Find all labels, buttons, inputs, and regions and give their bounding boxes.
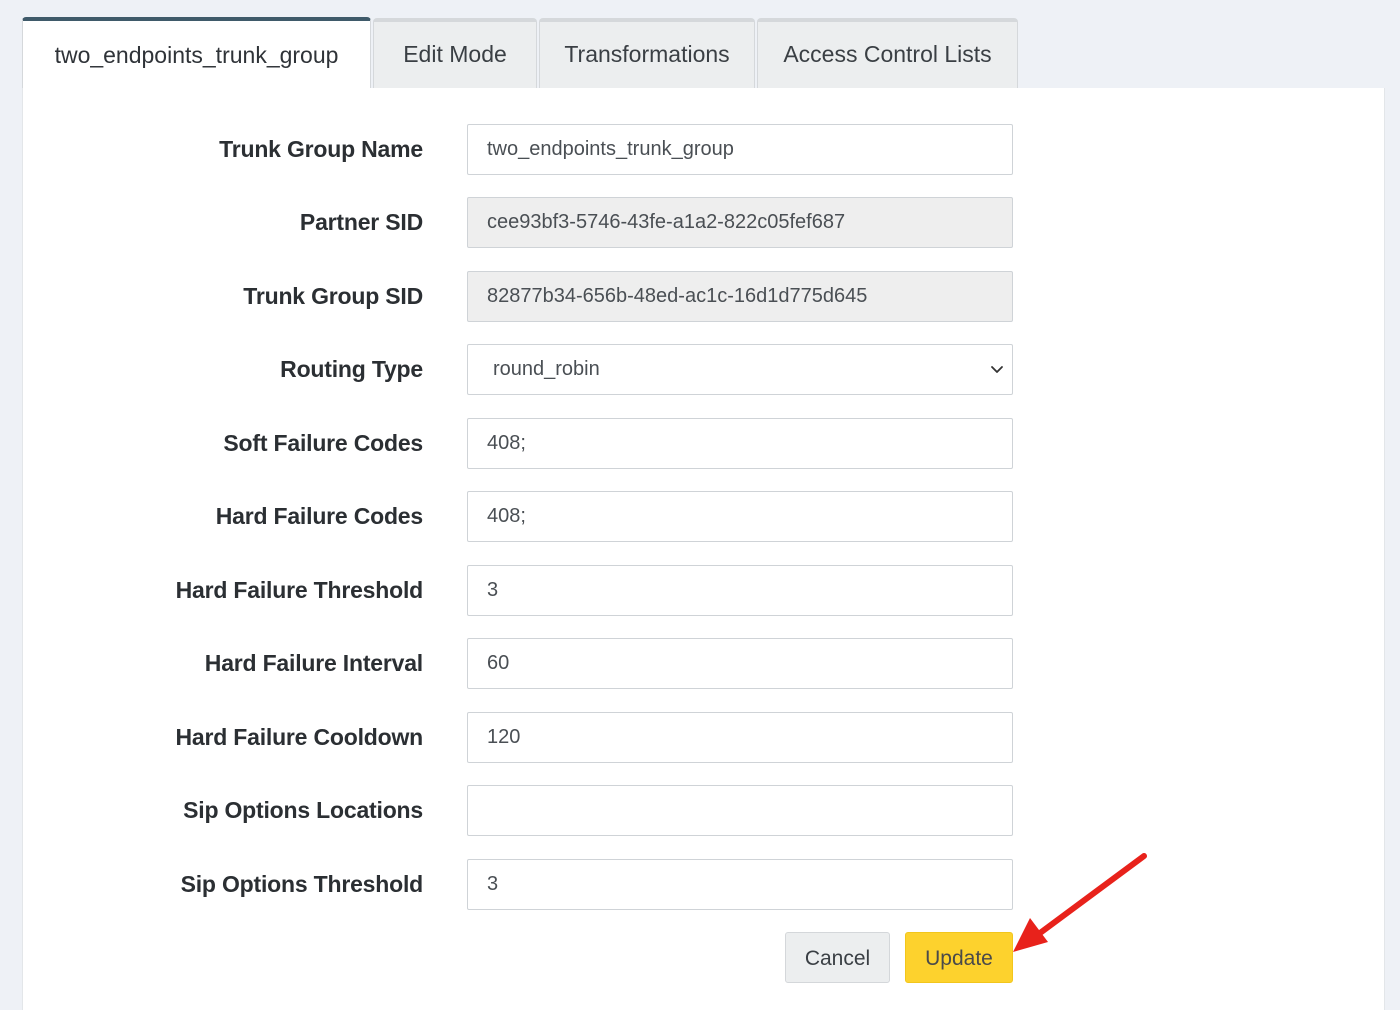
cancel-button[interactable]: Cancel (785, 932, 890, 983)
hard-failure-cooldown-input[interactable] (467, 712, 1013, 763)
hard-failure-interval-input[interactable] (467, 638, 1013, 689)
tab-trunk-group[interactable]: two_endpoints_trunk_group (22, 17, 371, 89)
routing-type-row: Routing Type round_robin (23, 344, 1384, 395)
routing-type-label: Routing Type (280, 356, 423, 382)
sip-options-locations-label: Sip Options Locations (183, 797, 423, 823)
hard-failure-cooldown-row: Hard Failure Cooldown (23, 712, 1384, 763)
sip-options-threshold-label: Sip Options Threshold (180, 871, 424, 897)
trunk-group-edit-page: two_endpoints_trunk_group Edit Mode Tran… (0, 0, 1400, 1010)
trunk-group-sid-row: Trunk Group SID (23, 271, 1384, 322)
hard-failure-codes-input[interactable] (467, 491, 1013, 542)
sip-options-threshold-row: Sip Options Threshold (23, 859, 1384, 910)
trunk-group-sid-input (467, 271, 1013, 322)
hard-failure-interval-row: Hard Failure Interval (23, 638, 1384, 689)
sip-options-threshold-input[interactable] (467, 859, 1013, 910)
hard-failure-interval-label: Hard Failure Interval (204, 650, 423, 676)
chevron-down-icon (991, 366, 1003, 373)
routing-type-selected-value: round_robin (493, 358, 600, 380)
trunk-group-sid-label: Trunk Group SID (243, 283, 423, 309)
tab-edit-mode[interactable]: Edit Mode (373, 18, 537, 89)
hard-failure-codes-label: Hard Failure Codes (215, 503, 423, 529)
partner-sid-input (467, 197, 1013, 248)
hard-failure-threshold-row: Hard Failure Threshold (23, 565, 1384, 616)
hard-failure-cooldown-label: Hard Failure Cooldown (175, 724, 423, 750)
hard-failure-codes-row: Hard Failure Codes (23, 491, 1384, 542)
soft-failure-codes-row: Soft Failure Codes (23, 418, 1384, 469)
partner-sid-label: Partner SID (299, 209, 423, 235)
routing-type-select[interactable]: round_robin (467, 344, 1013, 395)
trunk-group-name-input[interactable] (467, 124, 1013, 175)
trunk-group-name-label: Trunk Group Name (219, 136, 423, 162)
sip-options-locations-row: Sip Options Locations (23, 785, 1384, 836)
soft-failure-codes-label: Soft Failure Codes (223, 430, 423, 456)
update-button[interactable]: Update (905, 932, 1013, 983)
hard-failure-threshold-input[interactable] (467, 565, 1013, 616)
form-panel: Trunk Group Name Partner SID Trunk Group… (22, 88, 1385, 1010)
tab-transformations[interactable]: Transformations (539, 18, 755, 89)
sip-options-locations-input[interactable] (467, 785, 1013, 836)
trunk-group-name-row: Trunk Group Name (23, 124, 1384, 175)
partner-sid-row: Partner SID (23, 197, 1384, 248)
soft-failure-codes-input[interactable] (467, 418, 1013, 469)
hard-failure-threshold-label: Hard Failure Threshold (175, 577, 424, 603)
tab-bar: two_endpoints_trunk_group Edit Mode Tran… (22, 17, 1020, 89)
tab-access-control-lists[interactable]: Access Control Lists (757, 18, 1018, 89)
